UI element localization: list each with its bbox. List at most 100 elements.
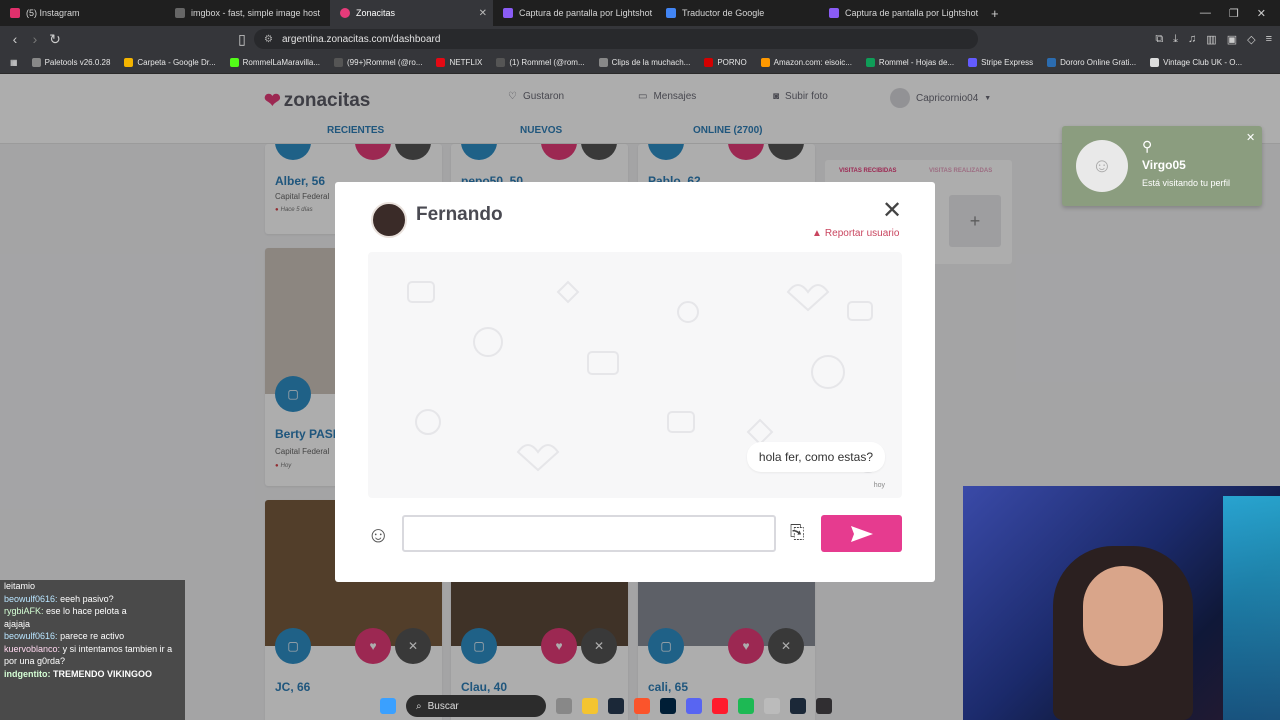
send-button[interactable]	[821, 515, 902, 552]
steam-icon[interactable]	[790, 698, 806, 714]
new-tab-button[interactable]: +	[983, 6, 1007, 21]
bookmark-item[interactable]: Amazon.com: eisoic...	[760, 58, 852, 67]
bookmark-item[interactable]: Paletools v26.0.28	[31, 58, 110, 67]
lightshot-icon	[503, 8, 513, 18]
discord-icon[interactable]	[686, 698, 702, 714]
zonacitas-icon	[340, 8, 350, 18]
stream-chat-overlay: leitamio beowulf0616: eeeh pasivo? rygbi…	[0, 580, 185, 720]
chat-history[interactable]: hola fer, como estas? hoy	[368, 252, 902, 498]
sidebar-icon[interactable]: ▥	[1206, 33, 1216, 46]
spotify-icon[interactable]	[738, 698, 754, 714]
bookmark-favicon	[124, 58, 134, 67]
back-icon[interactable]: ‹	[5, 31, 25, 47]
translate-icon	[666, 8, 676, 18]
report-user-link[interactable]: ▲ Reportar usuario	[812, 228, 899, 239]
close-window-icon[interactable]: ✕	[1257, 7, 1266, 20]
chat-line: kuervoblanco: y si intentamos tambien ir…	[4, 643, 173, 667]
chat-contact-name[interactable]: Fernando	[416, 204, 503, 226]
download-icon[interactable]: ⤓	[1173, 33, 1178, 46]
chat-line: ajajaja	[4, 618, 31, 629]
bookmark-item[interactable]: Stripe Express	[968, 58, 1033, 67]
taskbar: ⌕ Buscar	[380, 692, 910, 720]
folder-icon[interactable]	[582, 698, 598, 714]
tab-lightshot-1[interactable]: Captura de pantalla por Lightshot	[493, 0, 656, 26]
bookmark-item[interactable]: Rommel - Hojas de...	[865, 58, 954, 67]
chat-modal: Fernando ✕ ▲ Reportar usuario hola fer, c…	[335, 182, 935, 582]
bookmarks-bar: ▦ Paletools v26.0.28 Carpeta - Google Dr…	[0, 52, 1280, 74]
site-info-icon[interactable]: ⚙	[264, 34, 273, 45]
bookmark-item[interactable]: (1) Rommel (@rom...	[496, 58, 585, 67]
streamer-face	[1083, 566, 1163, 666]
chat-message-bubble: hola fer, como estas?	[746, 442, 885, 472]
steam-icon[interactable]	[608, 698, 624, 714]
vpn-icon[interactable]: ◇	[1247, 33, 1255, 46]
bookmark-item[interactable]: Clips de la muchach...	[598, 58, 690, 67]
maximize-icon[interactable]: ❐	[1229, 7, 1239, 20]
chat-line: leitamio	[4, 581, 36, 591]
bookmark-item[interactable]: Dororo Online Grati...	[1047, 58, 1136, 67]
windows-start-icon[interactable]	[380, 698, 396, 714]
bookmark-favicon	[1150, 58, 1160, 67]
avatar: ☺	[1076, 140, 1128, 192]
taskbar-search[interactable]: ⌕ Buscar	[406, 695, 546, 717]
bookmark-favicon	[968, 58, 978, 67]
close-icon[interactable]: ✕	[479, 8, 487, 19]
minimize-icon[interactable]: —	[1200, 7, 1211, 19]
apps-icon[interactable]: ▦	[10, 58, 18, 67]
warning-icon: ▲	[812, 228, 822, 239]
visit-notification[interactable]: ☺ ⚲ Virgo05 Está visitando tu perfil ✕	[1062, 126, 1262, 206]
light-strip	[1223, 496, 1280, 720]
music-icon[interactable]: ♫	[1188, 33, 1196, 45]
search-icon: ⌕	[416, 700, 422, 712]
reload-icon[interactable]: ↻	[45, 31, 65, 48]
task-view-icon[interactable]	[556, 698, 572, 714]
obs-icon[interactable]	[816, 698, 832, 714]
paperclip-icon[interactable]: ⎘	[790, 522, 804, 543]
bookmark-favicon	[1047, 58, 1057, 67]
bookmark-item[interactable]: (99+)Rommel (@ro...	[334, 58, 422, 67]
bookmark-favicon	[760, 58, 770, 67]
opera-icon[interactable]	[712, 698, 728, 714]
menu-icon[interactable]: ≡	[1266, 33, 1272, 45]
wallet-icon[interactable]: ▣	[1227, 33, 1237, 46]
visitor-name[interactable]: Virgo05	[1142, 158, 1186, 172]
app-icon[interactable]	[764, 698, 780, 714]
bookmark-favicon	[334, 58, 344, 67]
forward-icon[interactable]: ›	[25, 31, 45, 47]
bookmark-item[interactable]: Vintage Club UK - O...	[1150, 58, 1242, 67]
lightshot-icon	[829, 8, 839, 18]
url-field[interactable]: ⚙ argentina.zonacitas.com/dashboard	[254, 29, 978, 49]
bookmark-icon[interactable]: ▯	[232, 31, 252, 48]
avatar[interactable]	[371, 202, 407, 238]
close-icon[interactable]: ✕	[1246, 131, 1255, 144]
notification-text: Está visitando tu perfil	[1142, 178, 1231, 188]
emoji-icon[interactable]: ☺	[367, 522, 389, 548]
bookmark-item[interactable]: PORNO	[704, 58, 747, 67]
window-controls: — ❐ ✕	[1200, 0, 1280, 26]
bookmark-item[interactable]: NETFLIX	[436, 58, 482, 67]
chat-line: indgentito: TREMENDO VIKINGOO	[4, 668, 153, 679]
bookmark-favicon	[865, 58, 875, 67]
photoshop-icon[interactable]	[660, 698, 676, 714]
tab-imgbox[interactable]: imgbox - fast, simple image host	[165, 0, 330, 26]
extensions-icon[interactable]: ⧉	[1155, 33, 1163, 46]
chat-line: rygbiAFK: ese lo hace pelota a	[4, 606, 127, 616]
send-icon	[850, 525, 873, 542]
bookmark-item[interactable]: RommelLaMaravilla...	[229, 58, 320, 67]
bookmark-favicon	[704, 58, 714, 67]
brave-icon[interactable]	[634, 698, 650, 714]
message-timestamp: hoy	[873, 482, 885, 489]
message-input[interactable]	[402, 515, 776, 552]
chat-line: beowulf0616: parece re activo	[4, 631, 125, 641]
close-icon[interactable]: ✕	[882, 196, 902, 225]
tab-lightshot-2[interactable]: Captura de pantalla por Lightshot	[819, 0, 983, 26]
instagram-icon	[10, 8, 20, 18]
bookmark-favicon	[31, 58, 41, 67]
bookmark-item[interactable]: Carpeta - Google Dr...	[124, 58, 216, 67]
imgbox-icon	[175, 8, 185, 18]
tab-google-translate[interactable]: Traductor de Google	[656, 0, 819, 26]
tab-zonacitas[interactable]: Zonacitas ✕	[330, 0, 493, 26]
bookmark-favicon	[229, 58, 239, 67]
tab-instagram[interactable]: (5) Instagram	[0, 0, 165, 26]
webcam-feed	[963, 486, 1280, 720]
